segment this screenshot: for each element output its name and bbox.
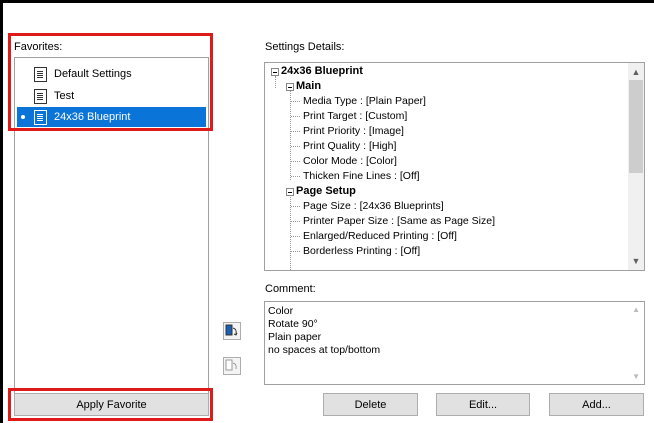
tree-connector: [291, 101, 300, 102]
tree-connector: [291, 176, 300, 177]
tree-connector: [290, 197, 291, 270]
add-button[interactable]: Add...: [549, 393, 644, 416]
comment-line: Color: [268, 305, 294, 317]
edit-button[interactable]: Edit...: [436, 393, 530, 416]
delete-button[interactable]: Delete: [323, 393, 418, 416]
tree-leaf: Page Size : [24x36 Blueprints]: [303, 200, 444, 212]
scroll-up-icon: ▲: [632, 305, 640, 314]
comment-line: Plain paper: [268, 331, 322, 343]
tree-leaf: Thicken Fine Lines : [Off]: [303, 170, 420, 182]
window-top-border: [0, 0, 654, 3]
tree-connector: [291, 206, 300, 207]
copy-from-favorites-icon[interactable]: [223, 357, 241, 375]
tree-connector: [291, 146, 300, 147]
tree-leaf: Media Type : [Plain Paper]: [303, 95, 426, 107]
tree-leaf: Borderless Printing : [Off]: [303, 245, 421, 257]
tree-connector: [291, 161, 300, 162]
collapse-icon[interactable]: [286, 83, 294, 91]
comment-box[interactable]: Color Rotate 90° Plain paper no spaces a…: [264, 301, 645, 385]
collapse-icon[interactable]: [271, 68, 279, 76]
settings-details-tree[interactable]: 24x36 Blueprint Main Media Type : [Plain…: [264, 62, 645, 271]
comment-line: Rotate 90°: [268, 318, 318, 330]
tree-node-page-setup: Page Setup: [296, 185, 356, 197]
tree-connector: [291, 221, 300, 222]
scroll-up-icon[interactable]: ▲: [628, 64, 644, 80]
tree-connector: [275, 76, 276, 88]
apply-highlight-box: [8, 388, 213, 421]
tree-connector: [291, 236, 300, 237]
window-left-border: [0, 0, 3, 423]
favorites-highlight-box: [8, 33, 213, 131]
tree-root: 24x36 Blueprint: [281, 65, 363, 77]
collapse-icon[interactable]: [286, 188, 294, 196]
tree-node-main: Main: [296, 80, 322, 92]
tree-connector: [291, 131, 300, 132]
scroll-thumb[interactable]: [629, 80, 643, 173]
tree-connector: [290, 91, 291, 180]
scroll-down-icon[interactable]: ▼: [628, 253, 644, 269]
tree-leaf: Print Priority : [Image]: [303, 125, 404, 137]
tree-connector: [291, 251, 300, 252]
tree-connector: [291, 116, 300, 117]
tree-scrollbar[interactable]: ▲ ▼: [628, 63, 644, 270]
tree-leaf: Enlarged/Reduced Printing : [Off]: [303, 230, 457, 242]
tree-leaf: Print Quality : [High]: [303, 140, 397, 152]
tree-leaf: Printer Paper Size : [Same as Page Size]: [303, 215, 496, 227]
comment-line: no spaces at top/bottom: [268, 344, 381, 356]
scroll-down-icon: ▼: [632, 372, 640, 381]
tree-leaf: Color Mode : [Color]: [303, 155, 397, 167]
settings-details-label: Settings Details:: [265, 41, 345, 53]
copy-to-favorites-icon[interactable]: [223, 322, 241, 340]
tree-leaf: Print Target : [Custom]: [303, 110, 408, 122]
comment-label: Comment:: [265, 283, 316, 295]
